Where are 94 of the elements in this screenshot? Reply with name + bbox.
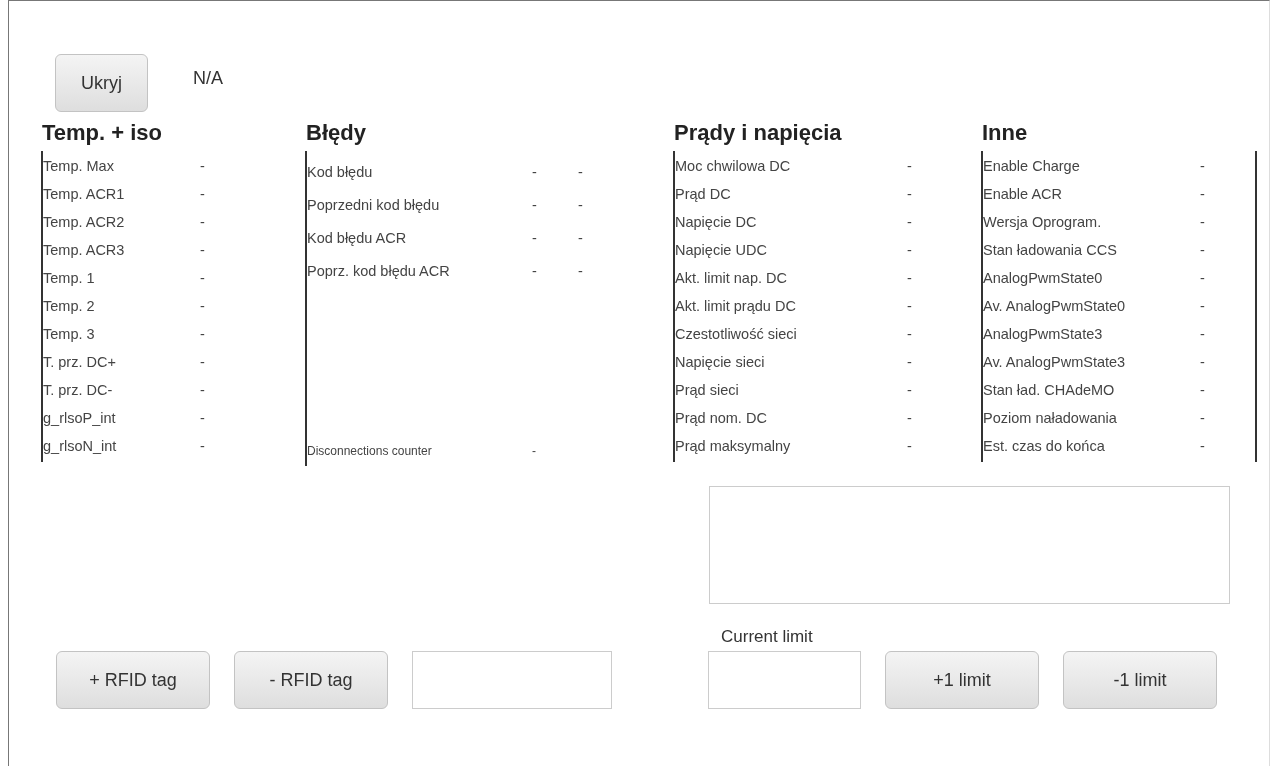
field-value: - (907, 297, 913, 316)
field-value: - (200, 437, 206, 456)
field-label: Enable Charge (983, 157, 1081, 176)
field-label: Stan ład. CHAdeMO (983, 381, 1116, 400)
field-label: Kod błędu ACR (307, 229, 408, 248)
field-label: Moc chwilowa DC (675, 157, 792, 176)
current-limit-label: Current limit (721, 626, 814, 648)
field-label: Prąd DC (675, 185, 732, 204)
field-value: - (532, 196, 538, 215)
field-label: Temp. ACR1 (43, 185, 126, 204)
field-label: Est. czas do końca (983, 437, 1106, 456)
field-value: - (578, 196, 584, 215)
field-label: T. prz. DC- (43, 381, 114, 400)
field-label: Napięcie UDC (675, 241, 768, 260)
text-area[interactable] (709, 486, 1230, 604)
field-value: - (532, 229, 538, 248)
field-value: - (1200, 213, 1206, 232)
field-value: - (200, 157, 206, 176)
field-value: - (532, 163, 538, 182)
hide-button[interactable]: Ukryj (55, 54, 148, 112)
field-value: - (200, 297, 206, 316)
field-value: - (200, 381, 206, 400)
limit-button[interactable]: +1 limit (885, 651, 1039, 709)
field-label: Disconnections counter (307, 443, 433, 460)
field-value: - (578, 163, 584, 182)
field-label: Av. AnalogPwmState3 (983, 353, 1127, 372)
rfid-button[interactable]: - RFID tag (234, 651, 388, 709)
field-label: Napięcie DC (675, 213, 758, 232)
field-label: Czestotliwość sieci (675, 325, 798, 344)
field-label: Stan ładowania CCS (983, 241, 1118, 260)
field-label: Poprz. kod błędu ACR (307, 262, 451, 281)
section-heading: Temp. + iso (41, 119, 163, 147)
field-label: g_rlsoN_int (43, 437, 118, 456)
field-label: T. prz. DC+ (43, 353, 117, 372)
rfid-button[interactable]: + RFID tag (56, 651, 210, 709)
field-value: - (532, 262, 538, 281)
section-heading: Błędy (305, 119, 367, 147)
field-label: Temp. Max (43, 157, 115, 176)
field-value: - (907, 325, 913, 344)
field-label: Enable ACR (983, 185, 1063, 204)
field-label: Prąd sieci (675, 381, 740, 400)
field-label: Temp. 2 (43, 297, 96, 316)
field-label: Temp. 1 (43, 269, 96, 288)
field-value: - (1200, 437, 1206, 456)
field-value: - (1200, 157, 1206, 176)
field-value: - (1200, 269, 1206, 288)
field-value: - (1200, 297, 1206, 316)
field-value: - (200, 269, 206, 288)
field-value: - (907, 409, 913, 428)
field-value: - (532, 443, 537, 460)
section-heading: Prądy i napięcia (673, 119, 843, 147)
field-label: Wersja Oprogram. (983, 213, 1103, 232)
field-value: - (1200, 185, 1206, 204)
field-label: Napięcie sieci (675, 353, 766, 372)
field-label: Poziom naładowania (983, 409, 1118, 428)
field-label: Akt. limit nap. DC (675, 269, 788, 288)
field-value: - (1200, 241, 1206, 260)
field-value: - (200, 325, 206, 344)
field-label: Prąd nom. DC (675, 409, 768, 428)
field-label: Temp. ACR2 (43, 213, 126, 232)
status-text: N/A (193, 67, 223, 89)
field-value: - (200, 409, 206, 428)
field-value: - (907, 241, 913, 260)
field-label: Temp. 3 (43, 325, 96, 344)
field-value: - (907, 185, 913, 204)
field-label: Poprzedni kod błędu (307, 196, 441, 215)
field-value: - (1200, 353, 1206, 372)
field-value: - (907, 437, 913, 456)
field-value: - (1200, 381, 1206, 400)
limit-field[interactable] (708, 651, 861, 709)
field-label: g_rlsoP_int (43, 409, 117, 428)
input-field[interactable] (412, 651, 612, 709)
field-label: Av. AnalogPwmState0 (983, 297, 1127, 316)
field-label: Kod błędu (307, 163, 374, 182)
field-value: - (907, 269, 913, 288)
field-label: Akt. limit prądu DC (675, 297, 797, 316)
field-value: - (578, 262, 584, 281)
limit-button[interactable]: -1 limit (1063, 651, 1217, 709)
field-value: - (907, 353, 913, 372)
field-label: Temp. ACR3 (43, 241, 126, 260)
field-value: - (200, 241, 206, 260)
field-label: AnalogPwmState0 (983, 269, 1104, 288)
field-value: - (200, 185, 206, 204)
field-label: AnalogPwmState3 (983, 325, 1104, 344)
field-label: Prąd maksymalny (675, 437, 792, 456)
field-value: - (907, 213, 913, 232)
section-heading: Inne (981, 119, 1029, 147)
field-value: - (907, 381, 913, 400)
field-value: - (907, 157, 913, 176)
field-value: - (1200, 325, 1206, 344)
field-value: - (200, 353, 206, 372)
field-value: - (1200, 409, 1206, 428)
field-value: - (200, 213, 206, 232)
field-value: - (578, 229, 584, 248)
